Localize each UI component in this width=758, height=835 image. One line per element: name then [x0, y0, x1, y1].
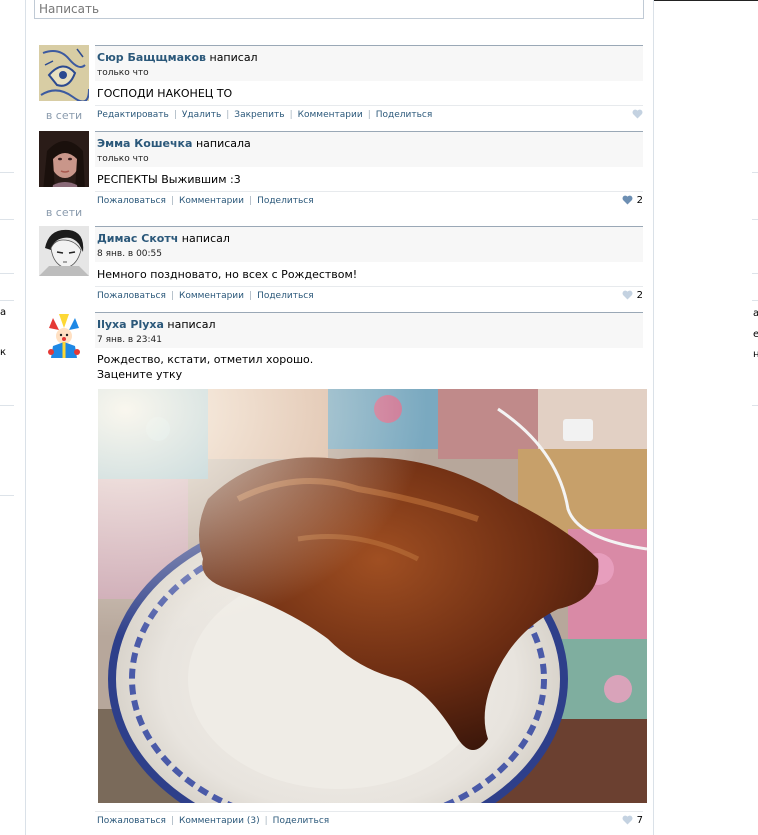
author-verb: написал — [209, 51, 258, 64]
pin-link[interactable]: Закрепить — [232, 106, 286, 124]
comments-link[interactable]: Комментарии (3) — [177, 812, 262, 830]
delete-link[interactable]: Удалить — [180, 106, 223, 124]
post-header: Ilyxa Plyxa написал 7 янв. в 23:41 — [95, 312, 643, 348]
avatar[interactable] — [39, 312, 89, 362]
share-link[interactable]: Поделиться — [271, 812, 332, 830]
report-link[interactable]: Пожаловаться — [95, 192, 168, 210]
divider — [752, 405, 758, 406]
left-fragment-text: к — [0, 347, 7, 358]
right-fragment-text: н — [753, 349, 758, 360]
divider — [752, 273, 758, 274]
post-header: Димас Скотч написал 8 янв. в 00:55 — [95, 226, 643, 262]
comments-link[interactable]: Комментарии — [177, 192, 246, 210]
like-button[interactable]: 7 — [622, 812, 643, 830]
post-header: Сюр Бащщмаков написал только что — [95, 45, 643, 81]
post-text: РЕСПЕКТЫ Выжившим :3 — [97, 173, 241, 186]
compose-input[interactable]: Написать — [34, 0, 644, 19]
avatar[interactable] — [39, 226, 89, 276]
divider — [0, 405, 14, 406]
author-name[interactable]: Сюр Бащщмаков — [97, 51, 206, 64]
online-status: в сети — [45, 206, 83, 219]
like-button[interactable]: 2 — [622, 192, 643, 210]
author-name[interactable]: Ilyxa Plyxa — [97, 318, 164, 331]
post-actions: Редактировать | Удалить | Закрепить | Коммента… — [95, 105, 643, 124]
top-border — [654, 0, 758, 1]
post-time[interactable]: только что — [97, 68, 149, 78]
heart-icon — [622, 815, 633, 825]
like-button[interactable]: 2 — [622, 287, 643, 305]
post-text: ГОСПОДИ НАКОНЕЦ ТО — [97, 87, 233, 100]
heart-icon — [622, 290, 633, 300]
edit-link[interactable]: Редактировать — [95, 106, 171, 124]
right-fragment-text: а — [753, 308, 758, 319]
post-photo[interactable] — [98, 389, 647, 803]
share-link[interactable]: Поделиться — [255, 287, 316, 305]
post-time[interactable]: 7 янв. в 23:41 — [97, 335, 162, 345]
divider — [0, 495, 14, 496]
divider — [0, 273, 14, 274]
right-column-fragment: а е н — [752, 0, 758, 835]
heart-icon — [622, 195, 633, 205]
author-verb: написал — [181, 232, 230, 245]
like-count: 2 — [636, 290, 643, 301]
divider — [752, 172, 758, 173]
post-text: Рождество, кстати, отметил хорошо. Зацен… — [97, 353, 314, 381]
avatar[interactable] — [39, 131, 89, 187]
post-time[interactable]: 8 янв. в 00:55 — [97, 249, 162, 259]
comments-link[interactable]: Комментарии — [296, 106, 365, 124]
wall-feed: Написать в сети Сюр Бащщмаков написал то… — [25, 0, 654, 835]
author-name[interactable]: Эмма Кошечка — [97, 137, 192, 150]
author-verb: написала — [195, 137, 251, 150]
left-column-fragment: а к — [0, 0, 14, 835]
share-link[interactable]: Поделиться — [374, 106, 435, 124]
right-fragment-text: е — [753, 329, 758, 340]
post-actions: Пожаловаться | Комментарии | Поделиться 2 — [95, 191, 643, 210]
share-link[interactable]: Поделиться — [255, 192, 316, 210]
online-status: в сети — [45, 109, 83, 122]
post-actions: Пожаловаться | Комментарии | Поделиться 2 — [95, 286, 643, 305]
report-link[interactable]: Пожаловаться — [95, 287, 168, 305]
post-header: Эмма Кошечка написала только что — [95, 131, 643, 167]
like-count: 2 — [636, 195, 643, 206]
author-verb: написал — [167, 318, 216, 331]
post-text: Немного поздновато, но всех с Рождеством… — [97, 268, 358, 281]
heart-icon — [632, 109, 643, 119]
divider — [752, 219, 758, 220]
divider — [752, 300, 758, 301]
post-time[interactable]: только что — [97, 154, 149, 164]
divider — [0, 300, 14, 301]
author-name[interactable]: Димас Скотч — [97, 232, 178, 245]
comments-link[interactable]: Комментарии — [177, 287, 246, 305]
divider — [0, 172, 14, 173]
like-count: 7 — [636, 815, 643, 826]
left-fragment-text: а — [0, 307, 7, 318]
report-link[interactable]: Пожаловаться — [95, 812, 168, 830]
like-button[interactable] — [632, 106, 643, 124]
avatar[interactable] — [39, 45, 89, 101]
post-actions: Пожаловаться | Комментарии (3) | Поделиться … — [95, 811, 643, 830]
divider — [0, 219, 14, 220]
